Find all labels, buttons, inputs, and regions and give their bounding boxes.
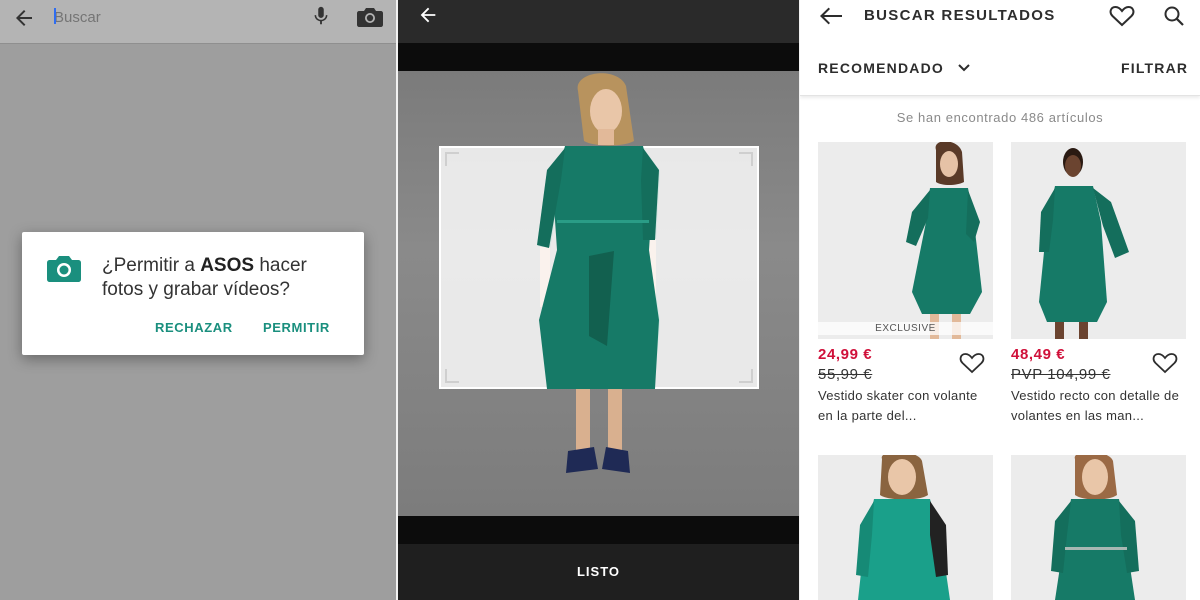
product-photo xyxy=(1051,455,1139,600)
crop-handle-br[interactable] xyxy=(739,369,753,383)
sort-dropdown[interactable]: RECOMENDADO xyxy=(818,60,944,76)
camera-icon[interactable] xyxy=(356,6,384,28)
product-price: 24,99 € xyxy=(818,346,873,363)
product-card[interactable]: EXCLUSIVE 24,99 € 55,99 € Vestido skater… xyxy=(818,142,1000,432)
heart-icon[interactable] xyxy=(1152,352,1178,374)
search-icon[interactable] xyxy=(1163,5,1185,27)
allow-button[interactable]: PERMITIR xyxy=(263,320,330,335)
product-image[interactable] xyxy=(1011,142,1186,339)
reject-button[interactable]: RECHAZAR xyxy=(155,320,233,335)
product-old-price: 55,99 € xyxy=(818,366,873,383)
search-bar xyxy=(0,0,396,44)
dialog-app-name: ASOS xyxy=(200,255,255,276)
permission-screen: ¿Permitir a ASOS hacer fotos y grabar ví… xyxy=(0,0,396,600)
filter-button[interactable]: FILTRAR xyxy=(1121,60,1188,76)
dialog-message: ¿Permitir a ASOS hacer fotos y grabar ví… xyxy=(102,254,352,302)
product-name[interactable]: Vestido skater con volante en la parte d… xyxy=(818,386,996,426)
product-photo xyxy=(906,142,982,339)
text-caret xyxy=(54,8,56,24)
crop-handle-tl[interactable] xyxy=(445,152,459,166)
camera-icon xyxy=(47,256,81,282)
product-card[interactable]: 48,49 € PVP 104,99 € Vestido recto con d… xyxy=(1011,142,1193,432)
microphone-icon[interactable] xyxy=(310,4,332,28)
search-input[interactable] xyxy=(54,6,284,28)
heart-icon[interactable] xyxy=(959,352,985,374)
camera-strip-bottom xyxy=(398,516,799,544)
product-card[interactable] xyxy=(818,455,1000,600)
cropped-dress-preview xyxy=(537,146,659,389)
product-card[interactable] xyxy=(1011,455,1193,600)
camera-strip-top xyxy=(398,43,799,71)
results-header: BUSCAR RESULTADOS RECOMENDADO FILTRAR xyxy=(800,0,1200,96)
product-old-price: PVP 104,99 € xyxy=(1011,366,1111,383)
crop-handle-tr[interactable] xyxy=(739,152,753,166)
back-arrow-icon[interactable] xyxy=(416,4,440,26)
done-button[interactable]: LISTO xyxy=(398,564,799,579)
permission-dialog: ¿Permitir a ASOS hacer fotos y grabar ví… xyxy=(22,232,364,355)
product-image[interactable]: EXCLUSIVE xyxy=(818,142,993,339)
crop-toolbar xyxy=(398,0,799,43)
crop-footer: LISTO xyxy=(398,544,799,600)
dialog-text-prefix: ¿Permitir a xyxy=(102,255,201,276)
crop-selection[interactable] xyxy=(439,146,759,389)
product-photo xyxy=(1039,148,1129,339)
captured-photo xyxy=(398,71,799,516)
page-title: BUSCAR RESULTADOS xyxy=(864,7,1056,24)
crop-handle-bl[interactable] xyxy=(445,369,459,383)
product-photo xyxy=(856,455,950,600)
product-name[interactable]: Vestido recto con detalle de volantes en… xyxy=(1011,386,1189,426)
product-price: 48,49 € xyxy=(1011,346,1066,363)
product-image[interactable] xyxy=(1011,455,1186,600)
product-image[interactable] xyxy=(818,455,993,600)
heart-icon[interactable] xyxy=(1109,5,1135,27)
exclusive-badge: EXCLUSIVE xyxy=(818,322,993,335)
crop-screen: LISTO xyxy=(398,0,799,600)
results-screen: BUSCAR RESULTADOS RECOMENDADO FILTRAR Se… xyxy=(800,0,1200,600)
back-arrow-icon[interactable] xyxy=(818,5,844,27)
results-count: Se han encontrado 486 artículos xyxy=(896,110,1104,125)
chevron-down-icon[interactable] xyxy=(957,62,971,74)
back-arrow-icon[interactable] xyxy=(12,6,36,30)
